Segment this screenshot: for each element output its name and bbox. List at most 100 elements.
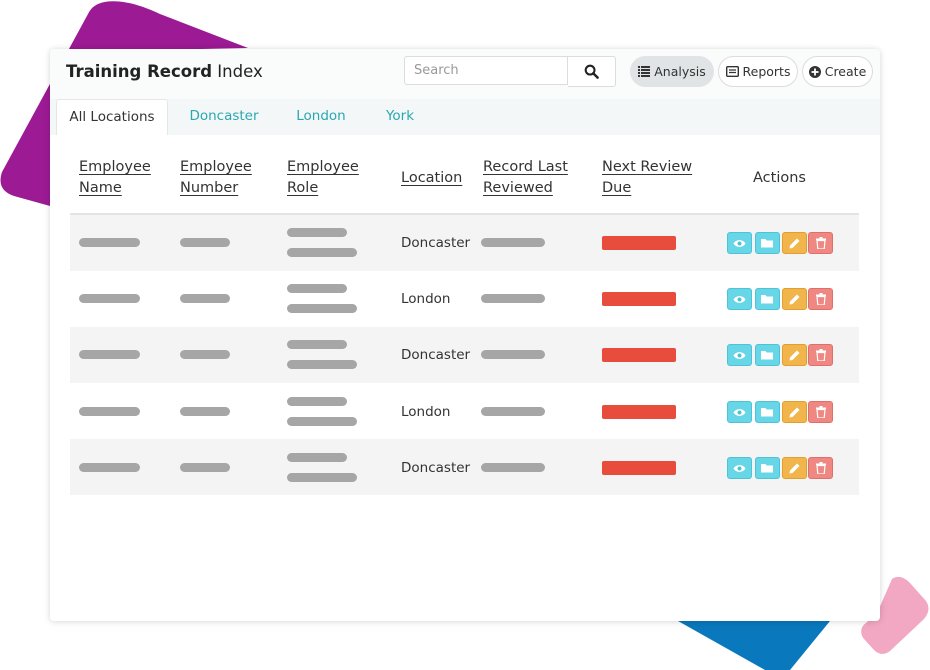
page-title: Training Record Index xyxy=(66,62,263,81)
view-button[interactable] xyxy=(727,232,752,254)
delete-button[interactable] xyxy=(808,401,833,423)
column-header-employee-name-line2: Name xyxy=(79,180,122,196)
folder-icon xyxy=(761,239,773,248)
tab-york[interactable]: York xyxy=(374,99,426,135)
employee-name-placeholder xyxy=(79,463,140,472)
delete-button[interactable] xyxy=(808,344,833,366)
view-button[interactable] xyxy=(727,401,752,423)
next-review-due-overdue xyxy=(602,461,676,475)
create-button[interactable]: Create xyxy=(802,56,873,87)
next-review-due-overdue xyxy=(602,236,676,250)
employee-name-placeholder xyxy=(79,350,140,359)
trash-icon xyxy=(815,406,826,418)
folder-icon xyxy=(761,408,773,417)
open-folder-button[interactable] xyxy=(755,401,780,423)
training-record-card: Training Record Index Analysis xyxy=(50,49,880,621)
edit-button[interactable] xyxy=(782,232,807,254)
employee-number-placeholder xyxy=(180,238,230,247)
column-header-next-review-due-line1: Next Review xyxy=(602,159,693,175)
trash-icon xyxy=(815,293,826,305)
employee-role-placeholder xyxy=(287,228,347,237)
edit-button[interactable] xyxy=(782,344,807,366)
open-folder-button[interactable] xyxy=(755,288,780,310)
search-button[interactable] xyxy=(568,56,616,87)
next-review-due-overdue xyxy=(602,405,676,419)
open-folder-button[interactable] xyxy=(755,232,780,254)
pencil-icon xyxy=(789,294,800,304)
folder-icon xyxy=(761,464,773,473)
column-header-record-last-reviewed[interactable]: Record Last Reviewed xyxy=(483,157,568,199)
list-icon xyxy=(638,66,651,77)
delete-button[interactable] xyxy=(808,288,833,310)
reports-button[interactable]: Reports xyxy=(718,56,798,87)
column-header-employee-name[interactable]: Employee Name xyxy=(79,157,151,199)
employee-role-placeholder xyxy=(287,340,347,349)
employee-number-placeholder xyxy=(180,294,230,303)
column-header-employee-role-line2: Role xyxy=(287,180,319,196)
view-button[interactable] xyxy=(727,344,752,366)
employee-role-placeholder xyxy=(287,284,347,293)
employee-name-placeholder xyxy=(79,238,140,247)
location-cell: Doncaster xyxy=(401,347,471,363)
reports-button-label: Reports xyxy=(742,64,791,79)
location-cell: London xyxy=(401,404,451,420)
edit-button[interactable] xyxy=(782,457,807,479)
view-button[interactable] xyxy=(727,288,752,310)
eye-icon xyxy=(733,239,746,247)
column-header-actions: Actions xyxy=(753,170,806,186)
report-icon xyxy=(725,66,739,77)
column-header-location[interactable]: Location xyxy=(401,168,462,189)
tab-all-locations[interactable]: All Locations xyxy=(56,99,168,135)
trash-icon xyxy=(815,349,826,361)
column-header-employee-number-line1: Employee xyxy=(180,159,252,175)
create-button-label: Create xyxy=(824,64,867,79)
pencil-icon xyxy=(789,238,800,248)
employee-role-placeholder xyxy=(287,397,347,406)
delete-button[interactable] xyxy=(808,232,833,254)
employee-role-placeholder xyxy=(287,304,357,313)
pencil-icon xyxy=(789,407,800,417)
column-header-employee-number-line2: Number xyxy=(180,180,239,196)
tab-doncaster[interactable]: Doncaster xyxy=(178,99,270,135)
search-input[interactable] xyxy=(404,56,568,85)
employee-role-placeholder xyxy=(287,453,347,462)
open-folder-button[interactable] xyxy=(755,457,780,479)
folder-icon xyxy=(761,295,773,304)
column-header-employee-number[interactable]: Employee Number xyxy=(180,157,252,199)
employee-number-placeholder xyxy=(180,407,230,416)
view-button[interactable] xyxy=(727,457,752,479)
employee-role-placeholder xyxy=(287,417,357,426)
column-header-employee-role[interactable]: Employee Role xyxy=(287,157,359,199)
record-last-reviewed-placeholder xyxy=(481,463,545,472)
location-tabs: All Locations Doncaster London York xyxy=(50,99,880,135)
record-last-reviewed-placeholder xyxy=(481,238,545,247)
edit-button[interactable] xyxy=(782,288,807,310)
record-last-reviewed-placeholder xyxy=(481,407,545,416)
employee-role-placeholder xyxy=(287,248,357,257)
table-row: Doncaster xyxy=(70,215,859,271)
tab-london[interactable]: London xyxy=(284,99,358,135)
plus-circle-icon xyxy=(808,65,821,78)
column-header-record-last-reviewed-line1: Record Last xyxy=(483,159,568,175)
record-last-reviewed-placeholder xyxy=(481,294,545,303)
page-title-rest: Index xyxy=(217,62,263,81)
eye-icon xyxy=(733,295,746,303)
location-cell: Doncaster xyxy=(401,460,471,476)
pencil-icon xyxy=(789,350,800,360)
delete-button[interactable] xyxy=(808,457,833,479)
column-header-next-review-due-line2: Due xyxy=(602,180,632,196)
open-folder-button[interactable] xyxy=(755,344,780,366)
employee-number-placeholder xyxy=(180,463,230,472)
analysis-button[interactable]: Analysis xyxy=(630,56,714,87)
column-header-next-review-due[interactable]: Next Review Due xyxy=(602,157,692,199)
search-icon xyxy=(584,64,599,79)
eye-icon xyxy=(733,351,746,359)
page-title-bold: Training Record xyxy=(66,62,213,81)
folder-icon xyxy=(761,351,773,360)
employee-name-placeholder xyxy=(79,407,140,416)
analysis-button-label: Analysis xyxy=(654,64,706,79)
edit-button[interactable] xyxy=(782,401,807,423)
column-header-employee-role-line1: Employee xyxy=(287,159,359,175)
column-header-record-last-reviewed-line2: Reviewed xyxy=(483,180,553,196)
next-review-due-overdue xyxy=(602,348,676,362)
